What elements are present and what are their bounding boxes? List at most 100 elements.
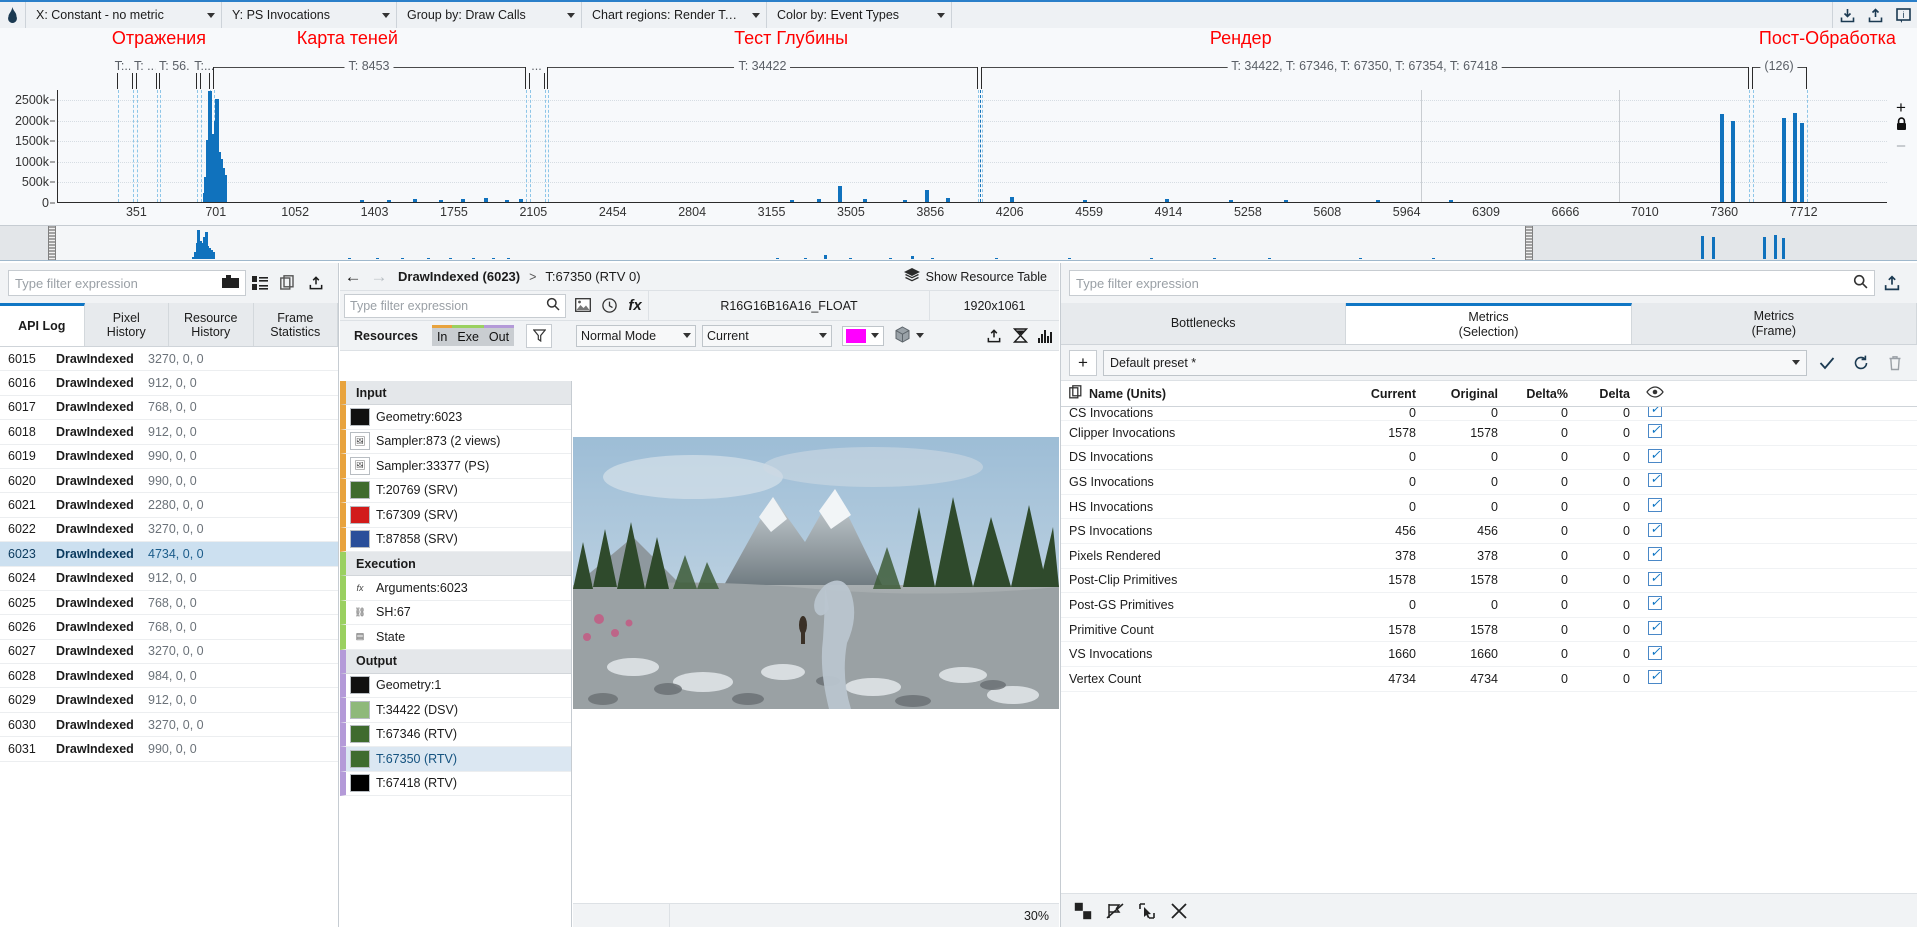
chart-bar[interactable]: [413, 199, 418, 202]
chart-bar[interactable]: [1792, 112, 1797, 202]
chart-bar[interactable]: [1448, 199, 1453, 202]
resource-list[interactable]: Input Geometry:6023 🖼 Sampler:873 (2 views)…: [340, 381, 572, 927]
table-row[interactable]: 6016 DrawIndexed 912, 0, 0: [0, 371, 338, 396]
metric-visible-checkbox[interactable]: [1630, 422, 1680, 441]
table-row[interactable]: 6019 DrawIndexed 990, 0, 0: [0, 445, 338, 469]
tab-resource[interactable]: Resource History: [169, 303, 254, 346]
image-icon[interactable]: [570, 291, 596, 319]
plus-icon[interactable]: +: [1069, 349, 1097, 376]
chart-zoom-controls[interactable]: + –: [1889, 98, 1913, 155]
chart-bar[interactable]: [519, 198, 524, 202]
y-axis-combo[interactable]: Y: PS Invocations: [222, 2, 397, 28]
chart-bar[interactable]: [1800, 122, 1805, 202]
table-row[interactable]: Post-GS Primitives 0 0 0 0: [1061, 593, 1917, 618]
refresh-icon[interactable]: [1847, 350, 1875, 376]
tab-api-log[interactable]: API Log: [0, 303, 85, 346]
metric-visible-checkbox[interactable]: [1630, 668, 1680, 687]
metric-visible-checkbox[interactable]: [1630, 644, 1680, 663]
table-row[interactable]: 6031 DrawIndexed 990, 0, 0: [0, 737, 338, 762]
chart-bar[interactable]: [863, 198, 868, 202]
column-header-name[interactable]: Name (Units): [1061, 385, 1326, 402]
column-header-delta[interactable]: Delta: [1568, 387, 1630, 401]
api-log-tabs[interactable]: API Log Pixel History Resource History Frame S…: [0, 303, 338, 347]
table-row[interactable]: 6029 DrawIndexed 912, 0, 0: [0, 688, 338, 713]
chart-bar[interactable]: [1375, 199, 1380, 202]
table-row[interactable]: Post-Clip Primitives 1578 1578 0 0: [1061, 569, 1917, 594]
metric-visible-checkbox[interactable]: [1630, 594, 1680, 613]
funnel-icon[interactable]: [526, 323, 553, 348]
timeline-overview-scrollbar[interactable]: [0, 225, 1917, 261]
current-select[interactable]: Current: [702, 324, 832, 347]
tab-pixel[interactable]: Pixel History: [84, 303, 169, 346]
cube-view-control[interactable]: [894, 325, 924, 346]
clock-icon[interactable]: [596, 291, 622, 319]
table-row[interactable]: 6026 DrawIndexed 768, 0, 0: [0, 615, 338, 640]
metric-visible-checkbox[interactable]: [1630, 447, 1680, 466]
chart-bar[interactable]: [925, 189, 930, 202]
zoom-in-icon[interactable]: +: [1889, 98, 1913, 117]
chart-bar[interactable]: [359, 199, 364, 202]
search-icon[interactable]: [1853, 274, 1868, 292]
chart-bar[interactable]: [504, 199, 509, 202]
io-filter-tabs[interactable]: In Exe Out: [431, 325, 515, 346]
color-swatch[interactable]: [846, 328, 866, 343]
rendered-frame-image[interactable]: [573, 437, 1059, 709]
metric-visible-checkbox[interactable]: [1630, 471, 1680, 490]
arrow-left-icon[interactable]: ←: [340, 264, 366, 290]
tab-bottlenecks[interactable]: Bottlenecks: [1061, 303, 1347, 344]
cube-icon[interactable]: [894, 325, 911, 346]
flag-off-icon[interactable]: [1101, 898, 1129, 924]
resource-list-item[interactable]: T:20769 (SRV): [340, 478, 571, 503]
chart-bar[interactable]: [460, 199, 465, 202]
io-tab-out[interactable]: Out: [483, 325, 515, 346]
table-row[interactable]: Primitive Count 1578 1578 0 0: [1061, 618, 1917, 643]
api-log-rows[interactable]: 6015 DrawIndexed 3270, 0, 0 6016 DrawIndexed…: [0, 347, 338, 927]
table-row[interactable]: Pixels Rendered 378 378 0 0: [1061, 544, 1917, 569]
eye-icon[interactable]: [1630, 386, 1680, 401]
chart-bar[interactable]: [438, 200, 443, 202]
resource-list-item[interactable]: Geometry:6023: [340, 405, 571, 430]
table-row[interactable]: GS Invocations 0 0 0 0: [1061, 470, 1917, 495]
io-tab-exe[interactable]: Exe: [452, 325, 484, 346]
metric-visible-checkbox[interactable]: [1630, 570, 1680, 589]
chart-bar[interactable]: [1165, 199, 1170, 202]
tab-metrics[interactable]: Metrics (Selection): [1346, 303, 1632, 344]
table-row[interactable]: 6025 DrawIndexed 768, 0, 0: [0, 591, 338, 616]
resource-group-header[interactable]: Output: [340, 649, 571, 674]
info-icon[interactable]: i: [1889, 1, 1917, 29]
overview-handle-left[interactable]: [48, 226, 56, 260]
zoom-out-icon[interactable]: –: [1889, 136, 1913, 155]
compare-icon[interactable]: [1069, 898, 1097, 924]
camera-icon[interactable]: [222, 275, 239, 291]
metric-visible-checkbox[interactable]: [1630, 619, 1680, 638]
close-icon[interactable]: [1165, 898, 1193, 924]
resource-list-item[interactable]: T:67309 (SRV): [340, 503, 571, 528]
table-row[interactable]: 6020 DrawIndexed 990, 0, 0: [0, 469, 338, 494]
chart-regions-combo[interactable]: Chart regions: Render Tar...: [582, 2, 767, 28]
metrics-tabs[interactable]: Bottlenecks Metrics (Selection) Metrics (Fra…: [1061, 303, 1917, 345]
metrics-table-rows[interactable]: CS Invocations 0 0 0 0 Clipper Invocations 157…: [1061, 407, 1917, 692]
table-row[interactable]: HS Invocations 0 0 0 0: [1061, 495, 1917, 520]
resource-list-item[interactable]: fx Arguments:6023: [340, 576, 571, 601]
tab-frame[interactable]: Frame Statistics: [253, 303, 338, 346]
upload-icon[interactable]: [1861, 1, 1889, 29]
table-row[interactable]: CS Invocations 0 0 0 0: [1061, 407, 1917, 421]
chart-bar[interactable]: [484, 198, 489, 202]
lock-icon[interactable]: [1889, 117, 1913, 136]
hourglass-icon[interactable]: [1007, 322, 1033, 350]
timeline-chart[interactable]: Отражения Карта теней Тест Глубины Рендер По…: [0, 28, 1917, 225]
chart-bar[interactable]: [903, 199, 908, 202]
arrow-right-icon[interactable]: →: [366, 264, 392, 290]
resource-list-item[interactable]: T:67418 (RTV): [340, 771, 571, 796]
metrics-filter-input[interactable]: Type filter expression: [1069, 270, 1875, 296]
api-log-filter-input[interactable]: Type filter expression: [8, 270, 246, 296]
group-by-combo[interactable]: Group by: Draw Calls: [397, 2, 582, 28]
column-header-original[interactable]: Original: [1416, 387, 1498, 401]
export-icon[interactable]: [981, 322, 1007, 350]
table-row[interactable]: VS Invocations 1660 1660 0 0: [1061, 642, 1917, 667]
metric-visible-checkbox[interactable]: [1630, 545, 1680, 564]
chart-bar[interactable]: [945, 198, 950, 202]
overview-handle-right[interactable]: [1525, 226, 1533, 260]
chart-bar[interactable]: [790, 200, 794, 202]
table-row[interactable]: 6021 DrawIndexed 2280, 0, 0: [0, 493, 338, 518]
